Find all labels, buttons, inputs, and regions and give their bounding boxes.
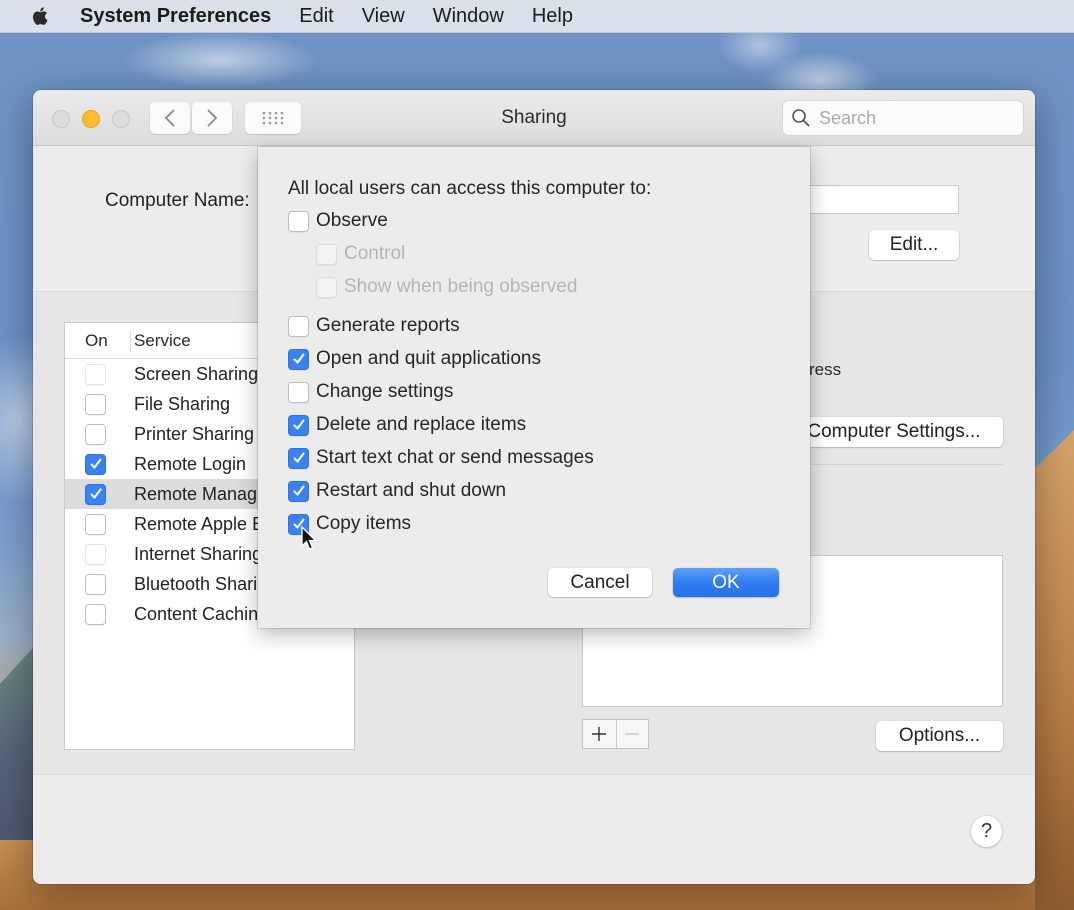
plus-icon [592,727,607,741]
apple-logo-icon[interactable] [30,5,52,27]
service-checkbox[interactable] [85,483,106,505]
permission-checkbox[interactable] [288,348,309,370]
service-checkbox[interactable] [85,423,106,445]
service-name: Remote Login [134,453,247,474]
add-user-button[interactable] [583,720,616,748]
service-name: Screen Sharing [134,363,259,384]
service-name: Content Caching [134,603,269,624]
permission-option[interactable]: Observe [288,210,388,232]
permission-option[interactable]: Open and quit applications [288,348,541,370]
service-checkbox[interactable] [85,363,106,385]
service-name: Printer Sharing [134,423,255,444]
checkmark-icon [90,488,101,499]
checkmark-icon [293,485,304,496]
service-checkbox[interactable] [85,453,106,475]
permission-label: Show when being observed [344,276,578,297]
permission-label: Restart and shut down [316,480,507,501]
edit-button[interactable]: Edit... [869,230,959,260]
permission-checkbox[interactable] [288,480,309,502]
permission-label: Copy items [316,513,412,534]
menu-help[interactable]: Help [532,5,573,28]
service-name: Bluetooth Sharing [134,573,278,594]
service-toggle-cell [65,513,131,535]
help-button[interactable]: ? [971,816,1002,847]
permission-label: Open and quit applications [316,348,541,369]
service-toggle-cell [65,573,131,595]
column-header-on[interactable]: On [65,329,131,352]
service-checkbox[interactable] [85,573,106,595]
service-checkbox[interactable] [85,393,106,415]
permission-option[interactable]: Generate reports [288,315,460,337]
checkmark-icon [293,419,304,430]
permission-checkbox[interactable] [288,381,309,403]
permission-checkbox[interactable] [288,414,309,436]
service-toggle-cell [65,423,131,445]
add-remove-control [582,719,649,749]
mouse-cursor-icon [301,526,318,550]
computer-name-label: Computer Name: [105,190,250,211]
minus-icon [625,733,640,735]
service-toggle-cell [65,393,131,415]
permission-label: Delete and replace items [316,414,527,435]
service-checkbox[interactable] [85,513,106,535]
computer-settings-button[interactable]: Computer Settings... [785,417,1003,447]
permission-option[interactable]: Show when being observed [316,276,577,298]
service-toggle-cell [65,363,131,385]
column-header-service[interactable]: Service [131,331,191,351]
permission-checkbox[interactable] [288,315,309,337]
permission-option[interactable]: Control [316,243,405,265]
service-checkbox[interactable] [85,543,106,565]
service-toggle-cell [65,453,131,475]
menu-bar: System Preferences Edit View Window Help [0,0,1074,33]
service-name: Internet Sharing [134,543,263,564]
remote-management-sheet: All local users can access this computer… [258,147,810,628]
cancel-button[interactable]: Cancel [548,568,652,597]
service-toggle-cell [65,603,131,625]
address-text: ress [809,360,842,379]
permission-checkbox [316,243,337,265]
permission-label: Change settings [316,381,454,402]
menu-app-name[interactable]: System Preferences [80,5,271,28]
checkmark-icon [90,458,101,469]
title-bar: Sharing [33,90,1035,146]
permission-checkbox[interactable] [288,447,309,469]
permission-label: Observe [316,210,388,231]
remove-user-button[interactable] [615,720,649,748]
checkmark-icon [293,353,304,364]
bottom-bar [33,774,1035,884]
permission-option[interactable]: Change settings [288,381,453,403]
search-icon [792,109,810,127]
service-toggle-cell [65,543,131,565]
service-checkbox[interactable] [85,603,106,625]
service-toggle-cell [65,483,131,505]
options-button[interactable]: Options... [876,721,1003,751]
search-field[interactable] [783,101,1023,135]
permission-label: Control [344,243,406,264]
menu-edit[interactable]: Edit [299,5,333,28]
permission-label: Generate reports [316,315,460,336]
menu-window[interactable]: Window [433,5,504,28]
permission-checkbox [316,276,337,298]
permission-option[interactable]: Restart and shut down [288,480,506,502]
permission-option[interactable]: Delete and replace items [288,414,526,436]
menu-view[interactable]: View [362,5,405,28]
sheet-heading: All local users can access this computer… [288,178,652,199]
service-name: File Sharing [134,393,231,414]
search-input[interactable] [819,107,1009,129]
wallpaper-dune [1035,430,1074,910]
permission-checkbox[interactable] [288,210,309,232]
divider [809,464,1003,465]
permission-option[interactable]: Start text chat or send messages [288,447,594,469]
checkmark-icon [293,452,304,463]
ok-button[interactable]: OK [673,568,779,597]
permission-label: Start text chat or send messages [316,447,594,468]
